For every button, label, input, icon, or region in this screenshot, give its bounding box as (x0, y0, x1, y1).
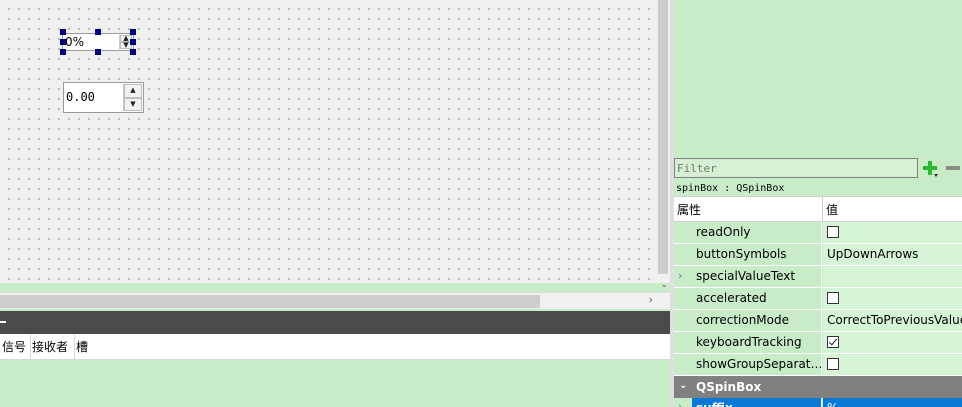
property-row-suffix[interactable]: › suffix % (674, 398, 962, 407)
property-name: readOnly (692, 222, 822, 243)
property-row-accelerated[interactable]: accelerated (674, 288, 962, 310)
property-name: keyboardTracking (692, 332, 822, 353)
property-value[interactable]: UpDownArrows (823, 244, 962, 265)
header-property[interactable]: 属性 (677, 197, 701, 223)
property-name: specialValueText (692, 266, 822, 287)
column-slot[interactable]: 槽 (74, 334, 96, 360)
resize-handle-bm[interactable] (95, 49, 101, 55)
property-value[interactable] (823, 222, 962, 243)
property-group-qspinbox[interactable]: ⌄ QSpinBox (674, 376, 962, 398)
row-gutter (674, 244, 692, 265)
signal-slot-list[interactable] (0, 360, 670, 407)
double-spinbox[interactable]: 0.00 ▲ ▼ (63, 82, 144, 113)
row-gutter (674, 222, 692, 243)
keyboardtracking-checkbox[interactable] (827, 336, 839, 348)
group-label: QSpinBox (696, 380, 762, 394)
showgroupseparator-checkbox[interactable] (827, 358, 839, 370)
canvas-horizontal-scrollbar[interactable]: › ⌄ (0, 280, 670, 309)
object-name-label: spinBox : QSpinBox (674, 181, 962, 196)
row-gutter (674, 288, 692, 309)
property-row-buttonsymbols[interactable]: buttonSymbols UpDownArrows (674, 244, 962, 266)
property-row-showgroupseparator[interactable]: showGroupSeparat… (674, 354, 962, 376)
property-value[interactable]: CorrectToPreviousValue (823, 310, 962, 331)
property-row-readonly[interactable]: readOnly (674, 222, 962, 244)
accelerated-checkbox[interactable] (827, 292, 839, 304)
property-filter-input[interactable] (674, 158, 918, 178)
vertical-scroll-thumb[interactable] (658, 0, 668, 274)
row-gutter (674, 310, 692, 331)
resize-handle-ml[interactable] (60, 39, 66, 45)
scroll-right-arrow-icon[interactable]: › (649, 293, 653, 306)
horizontal-scroll-thumb[interactable] (0, 295, 540, 308)
property-row-specialvaluetext[interactable]: › specialValueText (674, 266, 962, 288)
row-gutter: › (674, 398, 692, 407)
row-gutter (674, 354, 692, 375)
resize-handle-tm[interactable] (95, 29, 101, 35)
column-signal[interactable]: 信号 (0, 334, 31, 360)
property-name: showGroupSeparat… (692, 354, 822, 375)
plus-icon (923, 161, 938, 177)
minus-icon (946, 166, 960, 170)
spin-up-arrow-icon[interactable]: ▲ (124, 84, 142, 98)
property-name: suffix (692, 398, 822, 407)
resize-handle-br[interactable] (130, 49, 136, 55)
property-name: buttonSymbols (692, 244, 822, 265)
chevron-right-icon[interactable]: › (678, 400, 682, 407)
object-inspector-area (674, 0, 962, 155)
property-value[interactable]: % (823, 398, 962, 407)
column-receiver[interactable]: 接收者 (30, 334, 75, 360)
property-name: accelerated (692, 288, 822, 309)
spinbox-selected-value: 0% (65, 35, 85, 49)
canvas-gap (0, 283, 670, 292)
form-canvas[interactable]: 0% ▲ ▼ 0.00 ▲ ▼ (0, 0, 656, 283)
property-value[interactable] (823, 354, 962, 375)
minimize-icon[interactable] (0, 321, 6, 323)
chevron-right-icon[interactable]: › (678, 269, 682, 282)
add-property-button[interactable] (921, 158, 939, 178)
property-value[interactable] (823, 288, 962, 309)
row-gutter: › (674, 266, 692, 287)
resize-handle-tl[interactable] (60, 29, 66, 35)
property-row-correctionmode[interactable]: correctionMode CorrectToPreviousValue (674, 310, 962, 332)
property-table[interactable]: readOnly buttonSymbols UpDownArrows › sp… (674, 222, 962, 407)
spin-down-arrow-icon[interactable]: ▼ (124, 97, 142, 111)
property-filter-row (674, 155, 962, 181)
signal-slot-dock-titlebar (0, 311, 670, 334)
property-row-keyboardtracking[interactable]: keyboardTracking (674, 332, 962, 354)
remove-property-button[interactable] (944, 158, 962, 178)
property-table-header: 属性 值 (674, 196, 962, 223)
property-name: correctionMode (692, 310, 822, 331)
resize-handle-tr[interactable] (130, 29, 136, 35)
double-spinbox-arrows[interactable]: ▲ ▼ (123, 84, 142, 111)
resize-handle-mr[interactable] (130, 39, 136, 45)
signal-slot-header: 信号 接收者 槽 (0, 334, 670, 360)
header-divider[interactable] (822, 197, 823, 223)
readonly-checkbox[interactable] (827, 226, 839, 238)
scroll-down-arrow-icon[interactable]: ⌄ (660, 280, 668, 290)
double-spinbox-value: 0.00 (66, 90, 95, 104)
header-value[interactable]: 值 (826, 197, 838, 223)
row-gutter (674, 332, 692, 353)
property-value[interactable] (823, 266, 962, 287)
property-value[interactable] (823, 332, 962, 353)
chevron-down-icon[interactable]: ⌄ (679, 380, 687, 391)
canvas-vertical-scrollbar[interactable] (656, 0, 670, 283)
resize-handle-bl[interactable] (60, 49, 66, 55)
